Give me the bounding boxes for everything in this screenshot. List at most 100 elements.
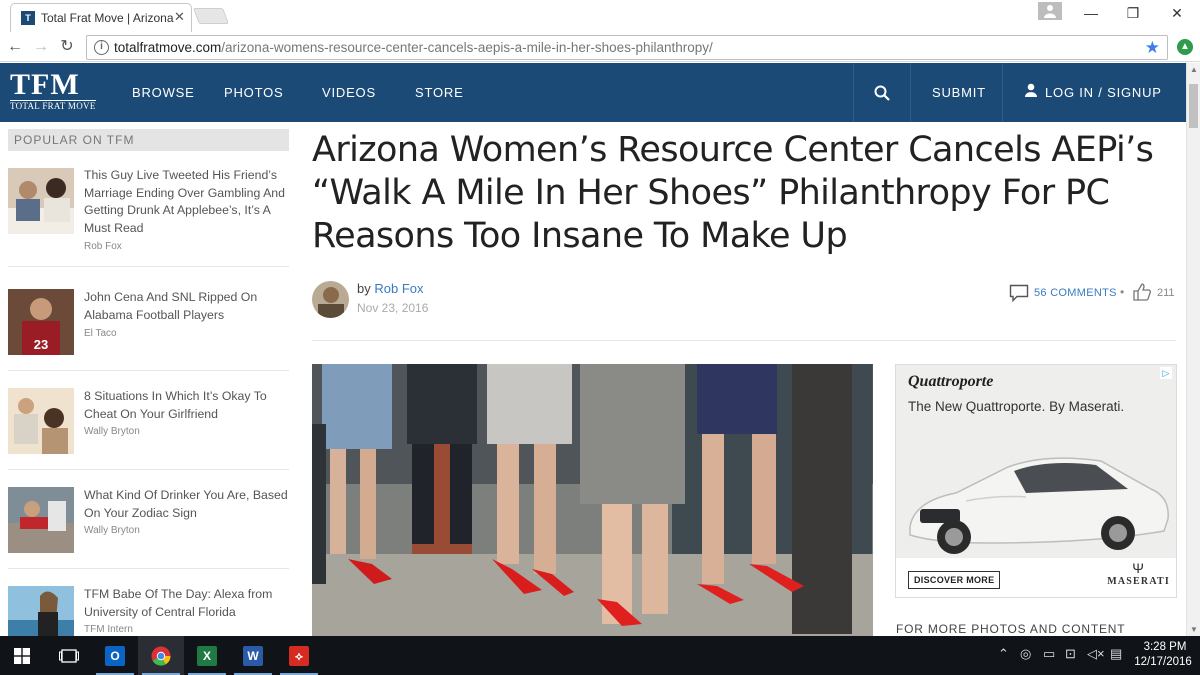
clock-date[interactable]: 12/17/2016 <box>1133 656 1193 668</box>
popular-item[interactable]: 8 Situations In Which It’s Okay To Cheat… <box>8 388 289 470</box>
scroll-thumb[interactable] <box>1189 84 1198 128</box>
header-divider <box>910 63 911 122</box>
ad-choices-icon[interactable]: ▷ <box>1160 367 1172 379</box>
address-bar[interactable]: i totalfratmove.com/arizona-womens-resou… <box>86 35 1168 60</box>
site-header: TFM TOTAL FRAT MOVE BROWSE PHOTOS VIDEOS… <box>0 63 1186 122</box>
popular-item[interactable]: 23 John Cena And SNL Ripped On Alabama F… <box>8 289 289 371</box>
ad-footer: DISCOVER MORE Ψ MASERATI <box>896 558 1176 597</box>
extension-icon[interactable]: ▲ <box>1177 39 1193 55</box>
user-icon[interactable] <box>1025 83 1037 102</box>
like-count: 211 <box>1157 287 1175 299</box>
bookmark-star-icon[interactable]: ★ <box>1145 38 1160 58</box>
search-icon[interactable] <box>874 85 890 106</box>
popular-title[interactable]: John Cena And SNL Ripped On Alabama Foot… <box>84 289 290 324</box>
url-host: totalfratmove.com <box>114 40 222 55</box>
author-link[interactable]: Rob Fox <box>374 281 423 296</box>
publish-date: Nov 23, 2016 <box>357 301 429 315</box>
windows-taskbar: O X W ⟡ ⌃ ◎ ▭ ⊡ ◁× ▤ <box>0 636 1200 675</box>
comment-icon[interactable] <box>1009 284 1029 307</box>
byline-prefix: by <box>357 281 371 296</box>
pdf-taskbar-icon[interactable]: ⟡ <box>276 636 322 675</box>
header-divider <box>853 63 854 122</box>
word-taskbar-icon[interactable]: W <box>230 636 276 675</box>
tray-app-icon[interactable]: ◎ <box>1020 646 1031 662</box>
volume-icon[interactable]: ◁× <box>1087 646 1105 662</box>
nav-photos[interactable]: PHOTOS <box>224 85 283 100</box>
window-close-icon[interactable]: ✕ <box>1157 3 1197 23</box>
minimize-icon[interactable]: — <box>1071 3 1111 23</box>
scroll-up-icon[interactable]: ▲ <box>1190 65 1198 74</box>
more-photos-heading: FOR MORE PHOTOS AND CONTENT <box>896 622 1126 636</box>
popular-thumbnail[interactable]: 23 <box>8 289 74 355</box>
tfm-logo[interactable]: TFM TOTAL FRAT MOVE <box>10 68 96 111</box>
new-tab-button[interactable] <box>193 8 229 24</box>
meta-separator: • <box>1120 285 1125 299</box>
back-icon[interactable]: ← <box>5 37 25 57</box>
browser-toolbar: ← → ↻ i totalfratmove.com/arizona-womens… <box>0 32 1200 62</box>
popular-item[interactable]: What Kind Of Drinker You Are, Based On Y… <box>8 487 289 569</box>
network-icon[interactable]: ⊡ <box>1065 646 1076 662</box>
popular-item[interactable]: This Guy Live Tweeted His Friend’s Marri… <box>8 167 289 267</box>
popular-title[interactable]: TFM Babe Of The Day: Alexa from Universi… <box>84 586 289 621</box>
clock-time[interactable]: 3:28 PM <box>1139 641 1191 653</box>
popular-thumbnail[interactable] <box>8 168 74 234</box>
page-scrollbar[interactable]: ▲ ▼ <box>1186 63 1200 636</box>
ad-tagline: The New Quattroporte. By Maserati. <box>908 399 1125 414</box>
hero-image[interactable] <box>312 364 873 636</box>
url-path: /arizona-womens-resource-center-cancels-… <box>221 40 713 55</box>
ad-car-image[interactable] <box>896 431 1176 563</box>
tfm-favicon-icon: T <box>21 11 35 25</box>
svg-text:23: 23 <box>34 337 48 352</box>
browser-tab-strip: T Total Frat Move | Arizona ✕ — ❐ ✕ <box>0 0 1200 32</box>
restore-icon[interactable]: ❐ <box>1113 3 1153 23</box>
ad-logo: MASERATI <box>1107 576 1170 587</box>
thumbs-up-icon[interactable] <box>1132 282 1152 307</box>
tab-title: Total Frat Move | Arizona <box>41 11 174 25</box>
logo-text: TFM <box>10 68 80 101</box>
popular-author: El Taco <box>84 328 117 339</box>
outlook-taskbar-icon[interactable]: O <box>92 636 138 675</box>
info-icon[interactable]: i <box>94 40 109 55</box>
chrome-taskbar-icon[interactable] <box>138 636 184 675</box>
popular-author: Wally Bryton <box>84 426 140 437</box>
forward-icon[interactable]: → <box>31 37 51 57</box>
popular-title[interactable]: What Kind Of Drinker You Are, Based On Y… <box>84 487 290 522</box>
popular-item[interactable]: TFM Babe Of The Day: Alexa from Universi… <box>8 586 289 636</box>
start-button[interactable] <box>0 636 46 675</box>
popular-title[interactable]: This Guy Live Tweeted His Friend’s Marri… <box>84 167 290 237</box>
close-tab-icon[interactable]: ✕ <box>174 9 185 25</box>
submit-link[interactable]: SUBMIT <box>932 85 986 100</box>
tray-chevron-icon[interactable]: ⌃ <box>998 646 1009 662</box>
nav-store[interactable]: STORE <box>415 85 464 100</box>
popular-author: TFM Intern <box>84 624 133 635</box>
reload-icon[interactable]: ↻ <box>57 37 77 57</box>
byline: by Rob Fox <box>357 281 424 296</box>
excel-taskbar-icon[interactable]: X <box>184 636 230 675</box>
url-text: totalfratmove.com/arizona-womens-resourc… <box>114 40 713 55</box>
maserati-trident-icon: Ψ <box>1132 560 1144 576</box>
comments-link[interactable]: 56 COMMENTS <box>1034 287 1117 299</box>
discover-more-button[interactable]: DISCOVER MORE <box>908 571 1001 589</box>
logo-subtitle: TOTAL FRAT MOVE <box>10 100 96 111</box>
battery-icon[interactable]: ▭ <box>1043 646 1055 662</box>
notifications-icon[interactable]: ▤ <box>1110 646 1122 662</box>
popular-heading: POPULAR ON TFM <box>8 129 289 151</box>
header-divider <box>1002 63 1003 122</box>
popular-title[interactable]: 8 Situations In Which It’s Okay To Cheat… <box>84 388 290 423</box>
ad-brand: Quattroporte <box>908 373 994 390</box>
task-view-icon[interactable] <box>46 636 92 675</box>
popular-author: Wally Bryton <box>84 525 140 536</box>
popular-thumbnail[interactable] <box>8 388 74 454</box>
profile-icon[interactable] <box>1038 2 1062 20</box>
scroll-down-icon[interactable]: ▼ <box>1190 625 1198 634</box>
login-signup-link[interactable]: LOG IN / SIGNUP <box>1045 85 1162 100</box>
article-headline: Arizona Women’s Resource Center Cancels … <box>312 130 1154 256</box>
nav-browse[interactable]: BROWSE <box>132 85 195 100</box>
popular-author: Rob Fox <box>84 241 122 252</box>
popular-thumbnail[interactable] <box>8 487 74 553</box>
nav-videos[interactable]: VIDEOS <box>322 85 376 100</box>
popular-thumbnail[interactable] <box>8 586 74 636</box>
advertisement[interactable]: Quattroporte ▷ The New Quattroporte. By … <box>895 364 1177 598</box>
browser-tab[interactable]: T Total Frat Move | Arizona ✕ <box>10 3 192 32</box>
avatar[interactable] <box>312 281 349 318</box>
